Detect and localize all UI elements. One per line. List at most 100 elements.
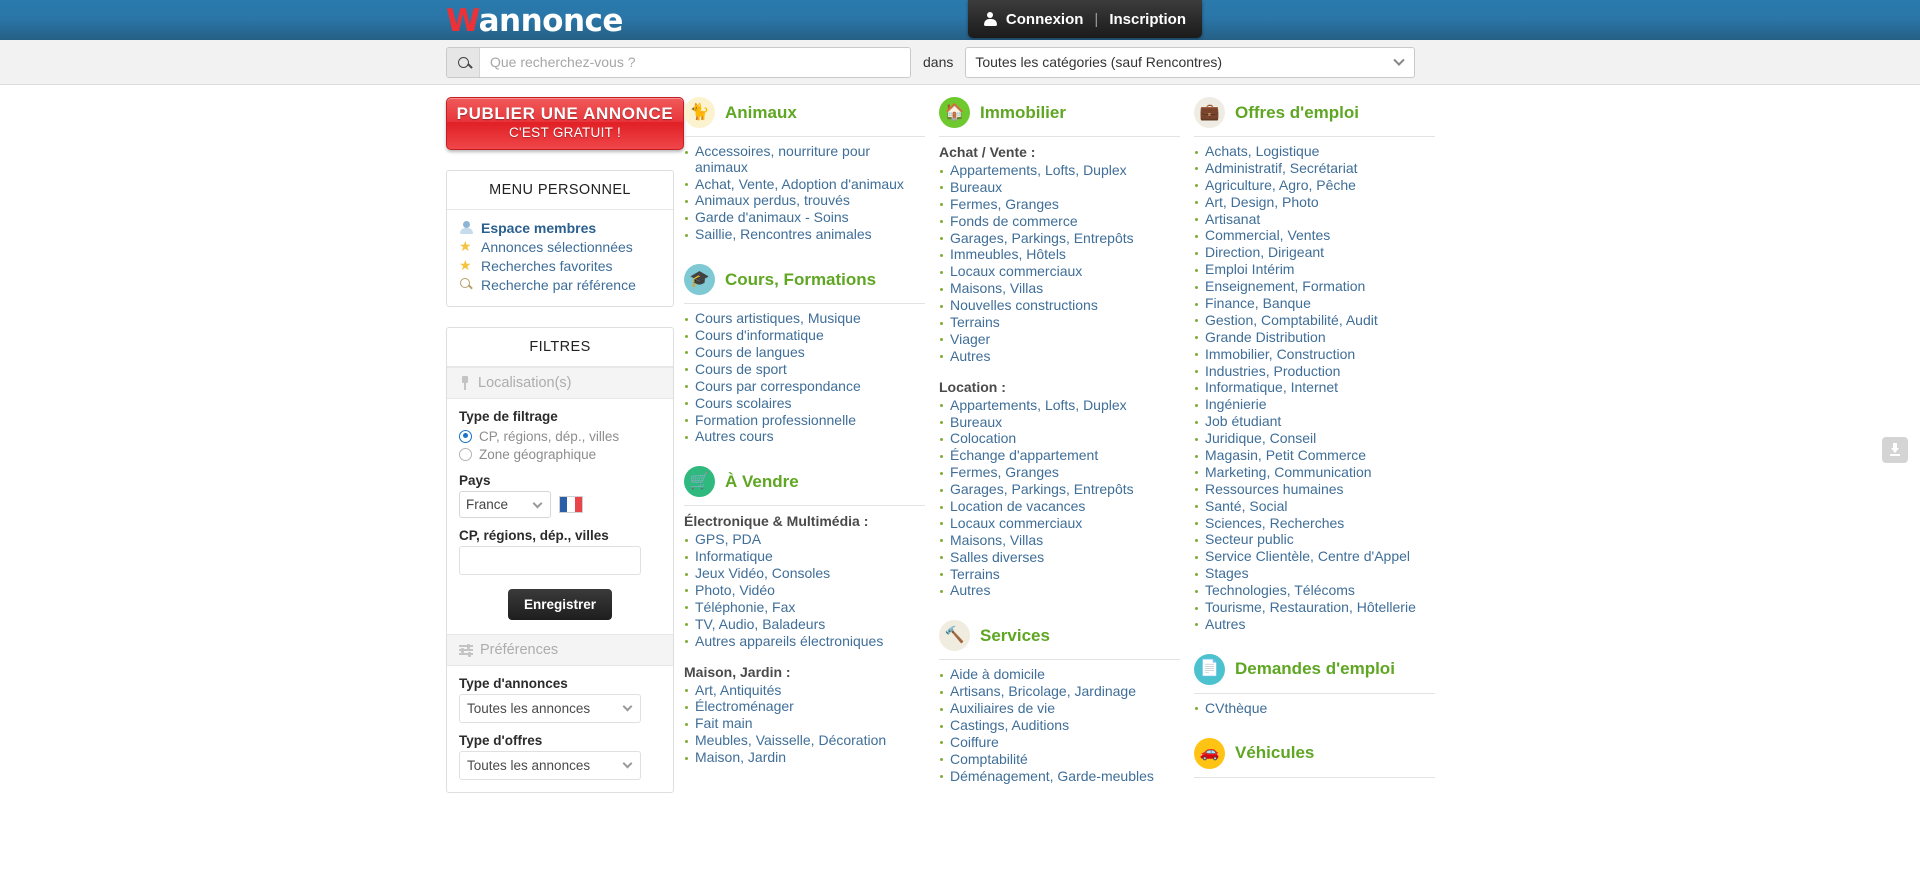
list-item[interactable]: Photo, Vidéo (684, 583, 925, 600)
list-item[interactable]: Bureaux (939, 415, 1180, 432)
list-item[interactable]: Art, Antiquités (684, 683, 925, 700)
list-item[interactable]: Cours artistiques, Musique (684, 311, 925, 328)
category-link[interactable]: Agriculture, Agro, Pêche (1205, 177, 1356, 193)
menu-item-recherche-par-reference[interactable]: Recherche par référence (459, 275, 661, 294)
list-item[interactable]: Informatique (684, 549, 925, 566)
register-link[interactable]: Inscription (1109, 11, 1186, 28)
list-item[interactable]: Direction, Dirigeant (1194, 245, 1435, 262)
category-link[interactable]: Meubles, Vaisselle, Décoration (695, 732, 886, 748)
category-link[interactable]: Autres cours (695, 428, 774, 444)
category-link[interactable]: TV, Audio, Baladeurs (695, 616, 825, 632)
list-item[interactable]: Secteur public (1194, 532, 1435, 549)
list-item[interactable]: Grande Distribution (1194, 330, 1435, 347)
category-link[interactable]: Marketing, Communication (1205, 464, 1372, 480)
list-item[interactable]: Coiffure (939, 735, 1180, 752)
category-link[interactable]: Maisons, Villas (950, 280, 1043, 296)
category-link[interactable]: Achat, Vente, Adoption d'animaux (695, 176, 904, 192)
category-link[interactable]: Terrains (950, 566, 1000, 582)
list-item[interactable]: Fermes, Granges (939, 465, 1180, 482)
list-item[interactable]: Autres (1194, 617, 1435, 634)
category-header-services[interactable]: 🔨Services (939, 620, 1180, 660)
category-link[interactable]: Salles diverses (950, 549, 1044, 565)
list-item[interactable]: Maisons, Villas (939, 281, 1180, 298)
category-link[interactable]: Jeux Vidéo, Consoles (695, 565, 830, 581)
category-link[interactable]: Finance, Banque (1205, 295, 1311, 311)
category-link[interactable]: Location de vacances (950, 498, 1085, 514)
radio-zone[interactable] (459, 448, 472, 461)
category-link[interactable]: GPS, PDA (695, 531, 761, 547)
list-item[interactable]: Bureaux (939, 180, 1180, 197)
category-link[interactable]: Administratif, Secrétariat (1205, 160, 1358, 176)
list-item[interactable]: Cours scolaires (684, 396, 925, 413)
category-link[interactable]: Ingénierie (1205, 396, 1267, 412)
category-link[interactable]: Auxiliaires de vie (950, 700, 1055, 716)
list-item[interactable]: Immobilier, Construction (1194, 347, 1435, 364)
category-header-v-hicules[interactable]: 🚗Véhicules (1194, 738, 1435, 778)
list-item[interactable]: Achat, Vente, Adoption d'animaux (684, 177, 925, 194)
category-link[interactable]: Grande Distribution (1205, 329, 1326, 345)
list-item[interactable]: Achats, Logistique (1194, 144, 1435, 161)
category-link[interactable]: Locaux commerciaux (950, 515, 1082, 531)
list-item[interactable]: Animaux perdus, trouvés (684, 193, 925, 210)
list-item[interactable]: Castings, Auditions (939, 718, 1180, 735)
save-button[interactable]: Enregistrer (508, 589, 612, 620)
category-link[interactable]: Technologies, Télécoms (1205, 582, 1355, 598)
category-link[interactable]: Cours d'informatique (695, 327, 824, 343)
category-link[interactable]: Industries, Production (1205, 363, 1340, 379)
list-item[interactable]: Job étudiant (1194, 414, 1435, 431)
offer-type-select[interactable]: Toutes les annonces (459, 751, 641, 780)
category-link[interactable]: Téléphonie, Fax (695, 599, 795, 615)
list-item[interactable]: Location de vacances (939, 499, 1180, 516)
list-item[interactable]: Gestion, Comptabilité, Audit (1194, 313, 1435, 330)
list-item[interactable]: Agriculture, Agro, Pêche (1194, 178, 1435, 195)
category-link[interactable]: Service Clientèle, Centre d'Appel (1205, 548, 1410, 564)
search-button[interactable] (447, 48, 480, 77)
category-link[interactable]: Électroménager (695, 698, 794, 714)
publish-ad-button[interactable]: PUBLIER UNE ANNONCE C'EST GRATUIT ! (446, 97, 684, 150)
category-link[interactable]: Accessoires, nourriture pour animaux (695, 143, 870, 175)
category-link[interactable]: Nouvelles constructions (950, 297, 1098, 313)
radio-zone-row[interactable]: Zone géographique (459, 445, 661, 463)
list-item[interactable]: Tourisme, Restauration, Hôtellerie (1194, 600, 1435, 617)
list-item[interactable]: Terrains (939, 315, 1180, 332)
list-item[interactable]: Emploi Intérim (1194, 262, 1435, 279)
category-link[interactable]: Autres (1205, 616, 1245, 632)
category-link[interactable]: Juridique, Conseil (1205, 430, 1316, 446)
list-item[interactable]: Fermes, Granges (939, 197, 1180, 214)
category-link[interactable]: Stages (1205, 565, 1249, 581)
menu-item-recherches-favorites[interactable]: ★ Recherches favorites (459, 256, 661, 275)
list-item[interactable]: Marketing, Communication (1194, 465, 1435, 482)
list-item[interactable]: Artisanat (1194, 212, 1435, 229)
category-link[interactable]: Sciences, Recherches (1205, 515, 1344, 531)
list-item[interactable]: Fait main (684, 716, 925, 733)
category-link[interactable]: Maisons, Villas (950, 532, 1043, 548)
list-item[interactable]: Électroménager (684, 699, 925, 716)
category-link[interactable]: Informatique (695, 548, 773, 564)
category-header-vendre[interactable]: 🛒À Vendre (684, 466, 925, 506)
list-item[interactable]: Salles diverses (939, 550, 1180, 567)
list-item[interactable]: Enseignement, Formation (1194, 279, 1435, 296)
category-link[interactable]: Immeubles, Hôtels (950, 246, 1066, 262)
category-link[interactable]: Bureaux (950, 414, 1002, 430)
category-link[interactable]: Garde d'animaux - Soins (695, 209, 849, 225)
category-link[interactable]: Artisanat (1205, 211, 1260, 227)
list-item[interactable]: Industries, Production (1194, 364, 1435, 381)
category-link[interactable]: Viager (950, 331, 990, 347)
category-link[interactable]: Cours de langues (695, 344, 805, 360)
category-link[interactable]: Terrains (950, 314, 1000, 330)
list-item[interactable]: Nouvelles constructions (939, 298, 1180, 315)
list-item[interactable]: Finance, Banque (1194, 296, 1435, 313)
category-link[interactable]: Commercial, Ventes (1205, 227, 1330, 243)
list-item[interactable]: Garages, Parkings, Entrepôts (939, 231, 1180, 248)
radio-cp[interactable] (459, 430, 472, 443)
category-link[interactable]: CVthèque (1205, 700, 1267, 716)
category-link[interactable]: Autres (950, 348, 990, 364)
category-link[interactable]: Fermes, Granges (950, 196, 1059, 212)
list-item[interactable]: Juridique, Conseil (1194, 431, 1435, 448)
list-item[interactable]: Santé, Social (1194, 499, 1435, 516)
category-link[interactable]: Cours par correspondance (695, 378, 861, 394)
list-item[interactable]: Formation professionnelle (684, 413, 925, 430)
list-item[interactable]: Garde d'animaux - Soins (684, 210, 925, 227)
category-link[interactable]: Art, Antiquités (695, 682, 781, 698)
site-logo[interactable]: Wannonce (446, 2, 623, 40)
